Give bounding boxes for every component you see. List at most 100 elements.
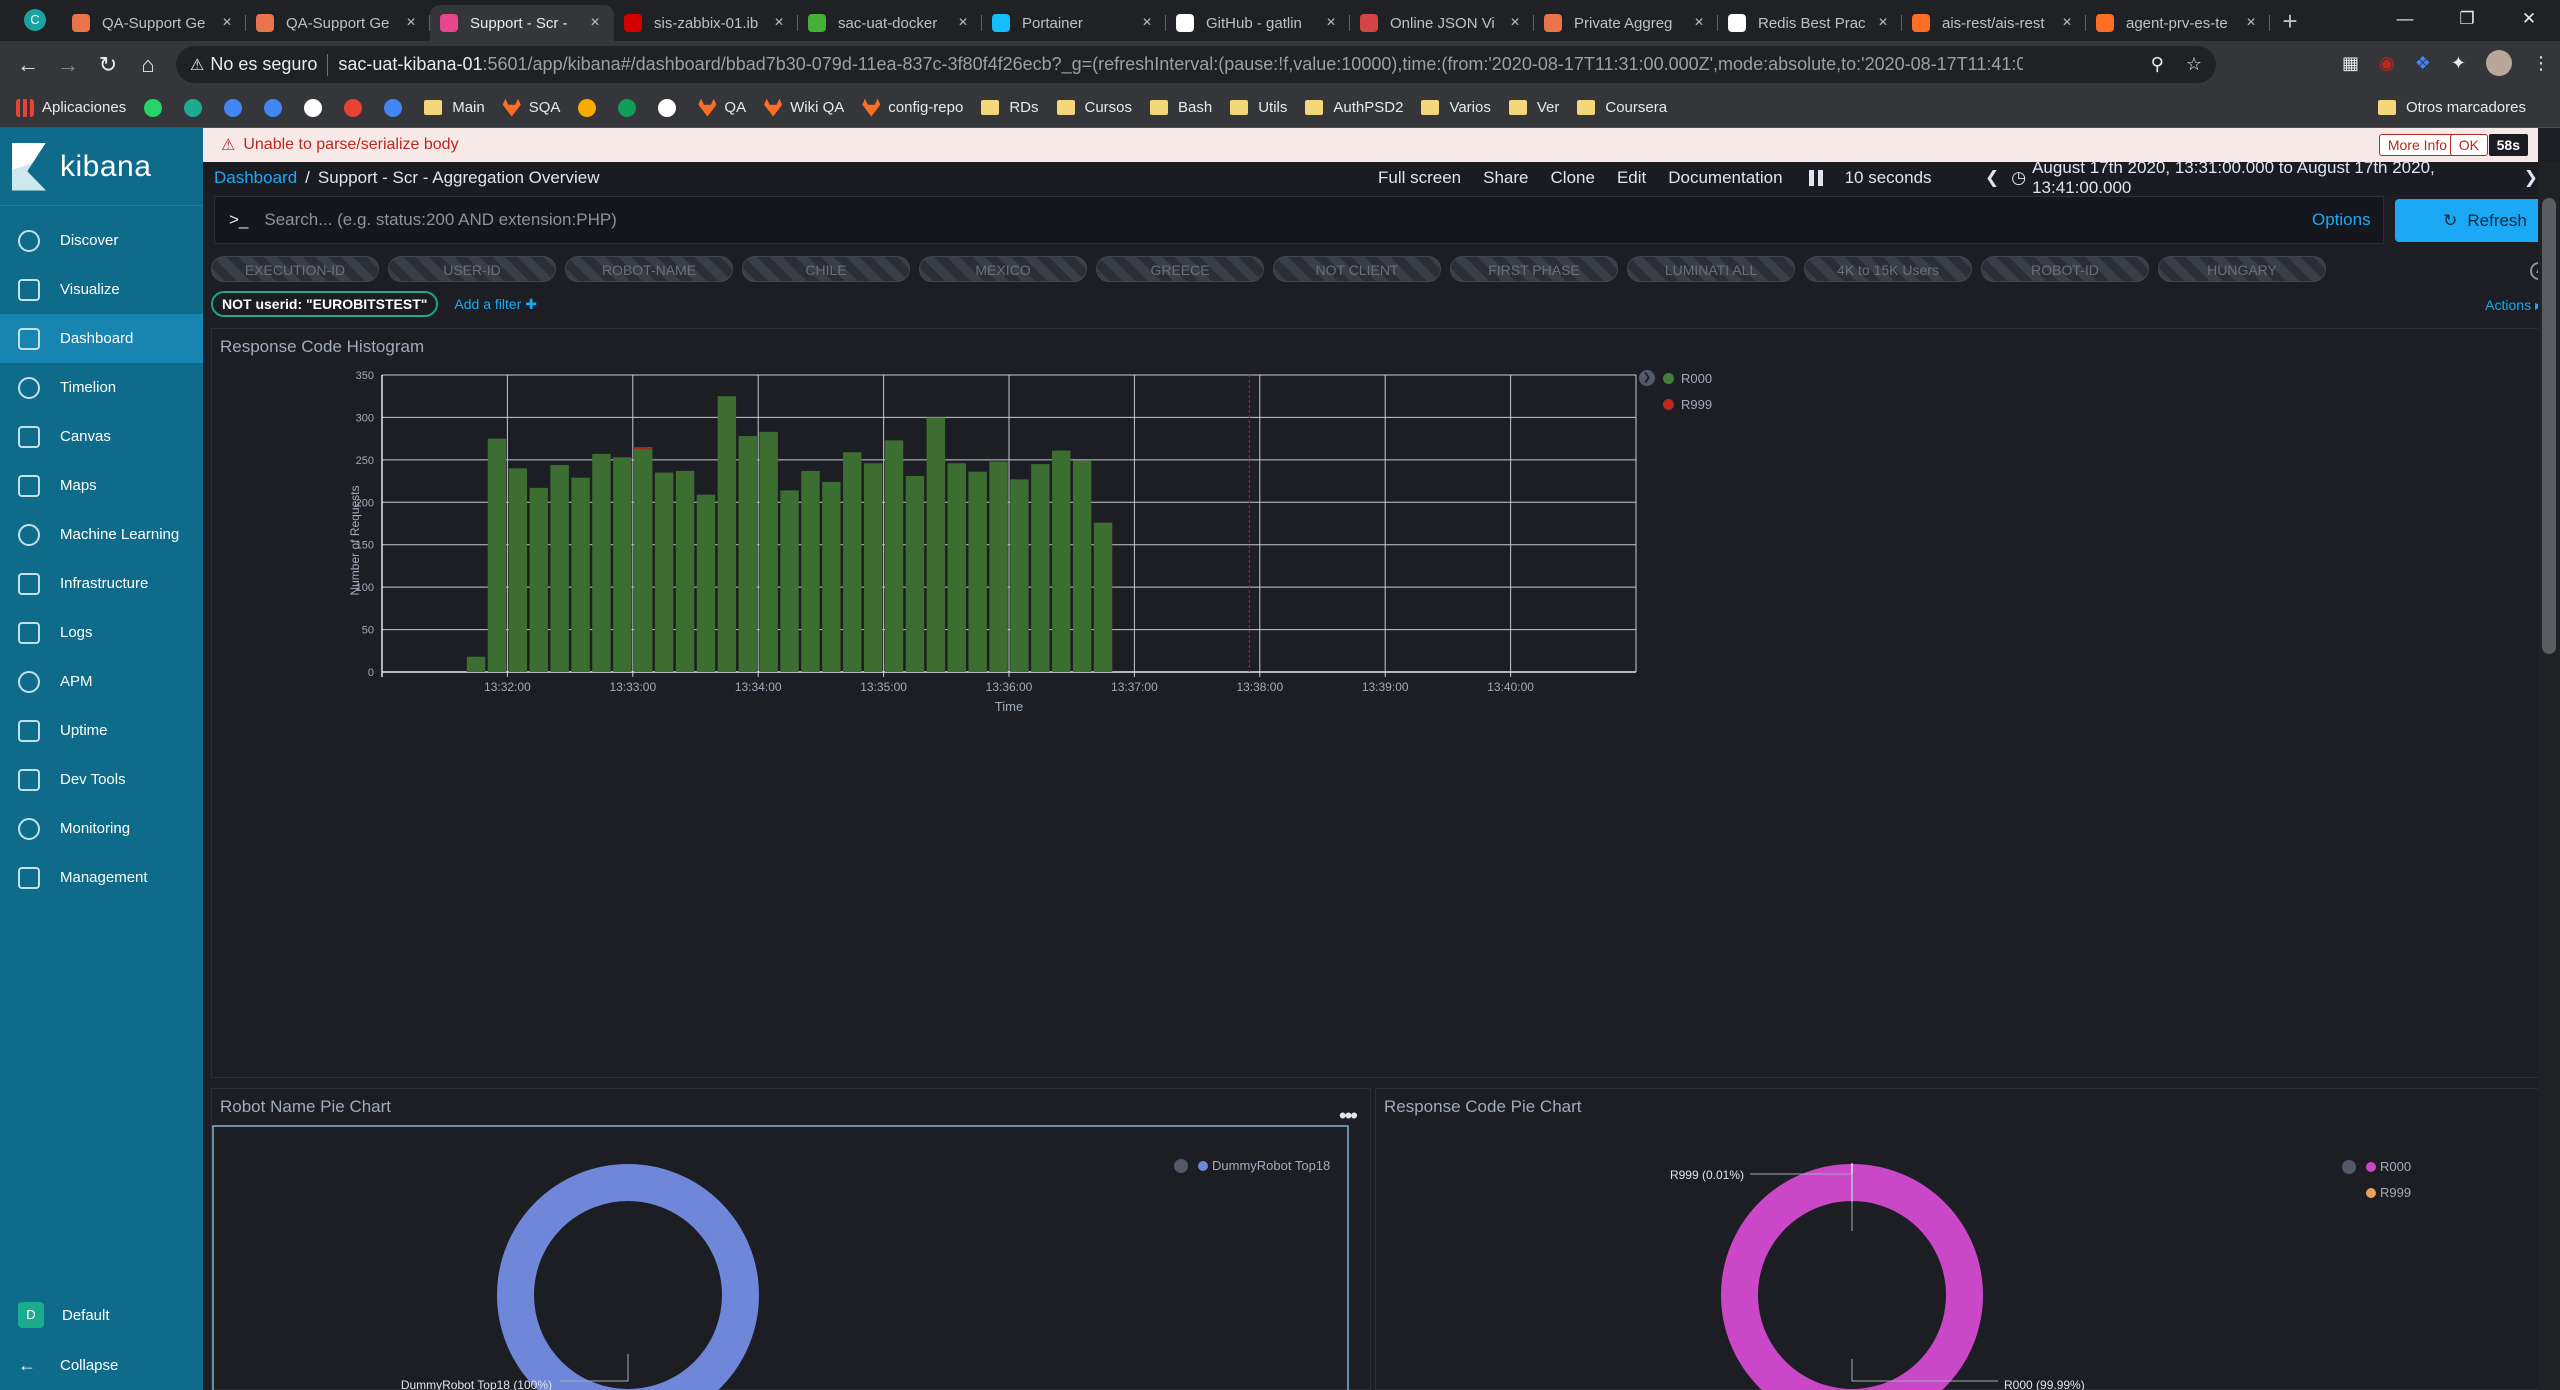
reload-icon[interactable]: ↻ <box>88 52 128 78</box>
bookmark-item[interactable] <box>344 98 366 117</box>
close-tab-icon[interactable]: × <box>1690 14 1708 32</box>
filter-pill-disabled[interactable]: ROBOT-ID <box>1981 256 2149 282</box>
bookmark-item[interactable] <box>144 98 166 117</box>
histogram-bar-r000[interactable] <box>968 471 987 672</box>
close-tab-icon[interactable]: × <box>218 14 236 32</box>
browser-profile-icon[interactable]: C <box>24 9 46 31</box>
histogram-bar-r000[interactable] <box>863 463 883 672</box>
chevron-right-icon[interactable]: ❯ <box>2524 168 2538 188</box>
browser-tab[interactable]: sis-zabbix-01.ib × <box>614 5 798 41</box>
scrollbar[interactable] <box>2538 162 2560 1390</box>
forward-icon[interactable]: → <box>48 52 88 78</box>
nav-item-discover[interactable]: Discover <box>0 216 203 265</box>
histogram-bar-r999[interactable] <box>634 447 653 449</box>
close-window-icon[interactable]: ✕ <box>2498 0 2560 38</box>
nav-item-maps[interactable]: Maps <box>0 461 203 510</box>
browser-tab[interactable]: QA-Support Ge × <box>62 5 246 41</box>
scrollbar-thumb[interactable] <box>2542 198 2556 654</box>
search-input[interactable]: >_ Search... (e.g. status:200 AND extens… <box>214 196 2384 244</box>
browser-tab[interactable]: sac-uat-docker × <box>798 5 982 41</box>
browser-tab[interactable]: QA-Support Ge × <box>246 5 430 41</box>
bookmark-item[interactable] <box>578 98 600 117</box>
browser-tab[interactable]: Private Aggreg × <box>1534 5 1718 41</box>
bookmark-item[interactable]: Bash <box>1150 99 1212 116</box>
histogram-bar-r000[interactable] <box>1010 479 1029 672</box>
histogram-bar-r000[interactable] <box>1052 450 1071 672</box>
zoom-icon[interactable]: ⚲ <box>2151 54 2164 75</box>
legend-label[interactable]: DummyRobot Top18 <box>1212 1158 1330 1173</box>
pause-icon[interactable] <box>1808 170 1823 186</box>
close-tab-icon[interactable]: × <box>1138 14 1156 32</box>
filter-pill-disabled[interactable]: CHILE <box>742 256 910 282</box>
histogram-bar-r000[interactable] <box>1031 464 1050 672</box>
legend-label[interactable]: R000 <box>2380 1159 2411 1174</box>
nav-item-management[interactable]: Management <box>0 853 203 902</box>
back-icon[interactable]: ← <box>8 52 48 78</box>
bookmark-item[interactable] <box>658 98 680 117</box>
nav-item-canvas[interactable]: Canvas <box>0 412 203 461</box>
browser-menu-icon[interactable]: ⋮ <box>2532 53 2550 76</box>
histogram-bar-r000[interactable] <box>1072 460 1092 672</box>
bookmark-item[interactable]: Ver <box>1508 99 1559 116</box>
add-filter-button[interactable]: Add a filter ✚ <box>454 296 537 313</box>
histogram-bar-r000[interactable] <box>801 470 820 672</box>
filter-pill-disabled[interactable]: NOT CLIENT <box>1273 256 1441 282</box>
histogram-bar-r000[interactable] <box>926 417 946 672</box>
refresh-interval[interactable]: 10 seconds <box>1845 168 1932 188</box>
histogram-bar-r000[interactable] <box>780 490 799 672</box>
legend-item[interactable]: ❯ R000 <box>1639 365 1712 391</box>
bookmark-item[interactable] <box>304 98 326 117</box>
home-icon[interactable]: ⌂ <box>128 52 168 78</box>
filter-pill-disabled[interactable]: USER-ID <box>388 256 556 282</box>
security-status[interactable]: No es seguro <box>210 54 317 75</box>
histogram-bar-r000[interactable] <box>654 472 674 672</box>
histogram-bar-r000[interactable] <box>822 481 841 672</box>
warning-icon[interactable]: ⚠ <box>190 55 204 75</box>
breadcrumb-dashboard[interactable]: Dashboard <box>214 168 297 188</box>
filter-pill-disabled[interactable]: GREECE <box>1096 256 1264 282</box>
new-tab-button[interactable]: + <box>2270 6 2310 37</box>
other-bookmarks[interactable]: Otros marcadores <box>2377 99 2526 116</box>
browser-tab[interactable]: Online JSON Vi × <box>1350 5 1534 41</box>
documentation-button[interactable]: Documentation <box>1668 168 1782 188</box>
restore-icon[interactable]: ❐ <box>2436 0 2498 38</box>
histogram-bar-r000[interactable] <box>738 436 757 672</box>
extension-icon[interactable]: ❖ <box>2415 53 2431 76</box>
collapse-nav-button[interactable]: ← Collapse <box>0 1340 203 1390</box>
histogram-bar-r000[interactable] <box>634 448 653 672</box>
histogram-bar-r000[interactable] <box>675 470 695 672</box>
close-tab-icon[interactable]: × <box>954 14 972 32</box>
histogram-bar-r000[interactable] <box>717 396 737 672</box>
full-screen-button[interactable]: Full screen <box>1378 168 1461 188</box>
histogram-bar-r000[interactable] <box>613 457 632 672</box>
nav-item-infrastructure[interactable]: Infrastructure <box>0 559 203 608</box>
bookmark-item[interactable]: Varios <box>1421 99 1491 116</box>
histogram-bar-r000[interactable] <box>989 461 1008 672</box>
browser-tab[interactable]: ais-rest/ais-rest × <box>1902 5 2086 41</box>
share-button[interactable]: Share <box>1483 168 1528 188</box>
filter-pill-disabled[interactable]: HUNGARY <box>2158 256 2326 282</box>
kibana-logo[interactable]: kibana <box>0 128 203 206</box>
bookmark-item[interactable]: Cursos <box>1056 99 1132 116</box>
legend-label[interactable]: R999 <box>2380 1185 2411 1200</box>
histogram-bar-r000[interactable] <box>466 656 486 672</box>
avatar[interactable] <box>2486 50 2512 76</box>
legend-item[interactable]: R999 <box>1639 391 1712 417</box>
edit-button[interactable]: Edit <box>1617 168 1646 188</box>
filter-actions-button[interactable]: Actions ▸ <box>2485 297 2542 314</box>
histogram-bar-r000[interactable] <box>696 494 716 672</box>
extension-icon[interactable]: ▦ <box>2342 53 2359 76</box>
bookmark-item[interactable]: SQA <box>502 98 560 117</box>
nav-item-dev-tools[interactable]: Dev Tools <box>0 755 203 804</box>
histogram-bar-r000[interactable] <box>884 440 904 672</box>
puzzle-icon[interactable]: ✦ <box>2451 53 2466 76</box>
bookmark-item[interactable] <box>384 98 406 117</box>
histogram-bar-r000[interactable] <box>508 468 528 672</box>
legend-toggle-icon[interactable] <box>2342 1160 2356 1174</box>
nav-item-visualize[interactable]: Visualize <box>0 265 203 314</box>
chevron-left-icon[interactable]: ❮ <box>1985 168 1999 188</box>
close-tab-icon[interactable]: × <box>402 14 420 32</box>
minimize-icon[interactable]: — <box>2374 0 2436 38</box>
filter-pill-disabled[interactable]: ROBOT-NAME <box>565 256 733 282</box>
ublock-icon[interactable]: ◉ <box>2379 53 2395 76</box>
